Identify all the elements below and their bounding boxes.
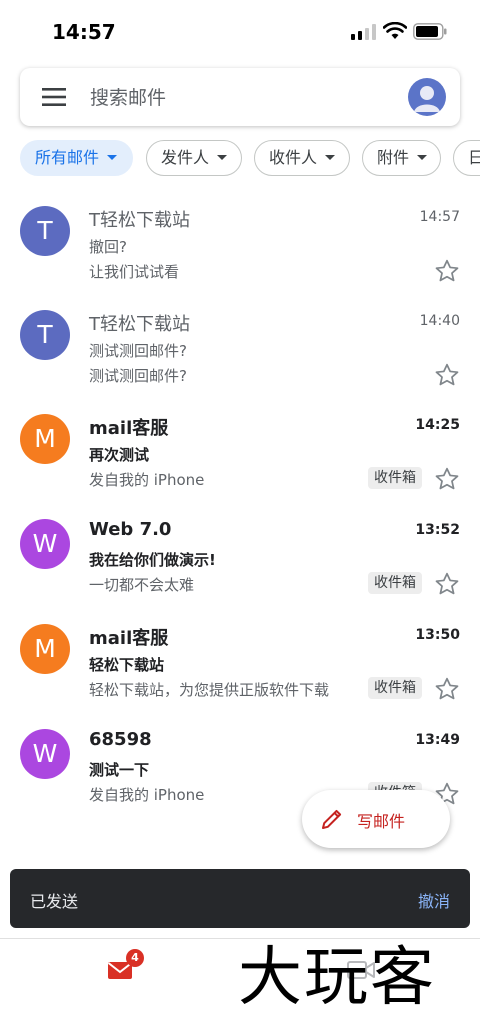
email-snippet: 让我们试试看 [89, 263, 180, 281]
filter-chip-all-mail[interactable]: 所有邮件 [20, 140, 133, 176]
email-time: 14:57 [419, 209, 460, 225]
search-input[interactable] [88, 82, 392, 114]
star-icon[interactable] [434, 362, 460, 388]
email-row[interactable]: T T轻松下载站 14:57 撤回? 让我们试试看 [0, 202, 480, 306]
email-time: 14:25 [415, 417, 460, 433]
account-avatar[interactable] [408, 78, 446, 116]
chip-label: 发件人 [161, 148, 210, 167]
chip-label: 附件 [377, 148, 410, 167]
email-time: 13:52 [415, 522, 460, 538]
chip-label: 收件人 [269, 148, 318, 167]
watermark-logo: 大玩客 [238, 940, 480, 1017]
email-sender: Web 7.0 [89, 519, 172, 540]
search-bar [20, 68, 460, 126]
email-subject: 再次测试 [89, 446, 150, 464]
inbox-label-badge: 收件箱 [368, 677, 422, 699]
filter-chip-date[interactable]: 日 [453, 140, 480, 176]
chevron-down-icon [217, 155, 228, 160]
chevron-down-icon [107, 155, 118, 160]
battery-icon [413, 23, 447, 40]
hamburger-menu-icon[interactable] [42, 87, 68, 107]
email-sender: 68598 [89, 729, 152, 750]
email-row[interactable]: W Web 7.0 13:52 我在给你们做演示! 一切都不会太难 收件箱 [0, 515, 480, 619]
wifi-icon [383, 22, 407, 39]
pencil-icon [322, 809, 342, 829]
star-icon[interactable] [434, 676, 460, 702]
email-subject: 我在给你们做演示! [89, 551, 216, 569]
star-icon[interactable] [434, 258, 460, 284]
chip-label: 日 [468, 148, 480, 167]
sender-avatar: T [20, 206, 70, 256]
email-snippet: 轻松下载站，为您提供正版软件下载 [89, 681, 330, 699]
inbox-label-badge: 收件箱 [368, 572, 422, 594]
sender-avatar: M [20, 414, 70, 464]
email-snippet: 测试测回邮件? [89, 367, 187, 385]
chevron-down-icon [325, 155, 336, 160]
snackbar-message: 已发送 [30, 892, 79, 911]
email-subject: 轻松下载站 [89, 656, 165, 674]
email-row[interactable]: M mail客服 13:50 轻松下载站 轻松下载站，为您提供正版软件下载 收件… [0, 620, 480, 724]
chip-label: 所有邮件 [35, 148, 100, 167]
status-time: 14:57 [52, 20, 116, 44]
undo-button[interactable]: 撤消 [418, 888, 450, 912]
email-snippet: 一切都不会太难 [89, 576, 195, 594]
filter-chips: 所有邮件 发件人 收件人 附件 日 [20, 140, 480, 178]
email-subject: 测试测回邮件? [89, 342, 187, 360]
email-time: 14:40 [419, 313, 460, 329]
sender-avatar: W [20, 519, 70, 569]
chevron-down-icon [417, 155, 428, 160]
email-snippet: 发自我的 iPhone [89, 471, 205, 489]
filter-chip-attachment[interactable]: 附件 [362, 140, 441, 176]
star-icon[interactable] [434, 466, 460, 492]
email-sender: mail客服 [89, 628, 169, 649]
compose-button[interactable]: 写邮件 [302, 790, 450, 848]
email-subject: 测试一下 [89, 761, 150, 779]
status-bar: 14:57 [0, 0, 480, 60]
email-time: 13:49 [415, 732, 460, 748]
email-subject: 撤回? [89, 238, 127, 256]
sender-avatar: W [20, 729, 70, 779]
inbox-label-badge: 收件箱 [368, 467, 422, 489]
star-icon[interactable] [434, 571, 460, 597]
email-row[interactable]: T T轻松下载站 14:40 测试测回邮件? 测试测回邮件? [0, 306, 480, 410]
email-sender: T轻松下载站 [89, 314, 190, 335]
email-sender: mail客服 [89, 418, 169, 439]
user-avatar-icon [414, 86, 440, 112]
sent-snackbar: 已发送 撤消 [10, 869, 470, 928]
cellular-signal-icon [351, 24, 376, 40]
filter-chip-recipient[interactable]: 收件人 [254, 140, 350, 176]
compose-label: 写邮件 [357, 812, 406, 831]
filter-chip-sender[interactable]: 发件人 [146, 140, 242, 176]
sender-avatar: M [20, 624, 70, 674]
email-row[interactable]: M mail客服 14:25 再次测试 发自我的 iPhone 收件箱 [0, 410, 480, 514]
email-sender: T轻松下载站 [89, 210, 190, 231]
sender-avatar: T [20, 310, 70, 360]
email-time: 13:50 [415, 627, 460, 643]
mail-unread-badge: 4 [126, 949, 144, 967]
